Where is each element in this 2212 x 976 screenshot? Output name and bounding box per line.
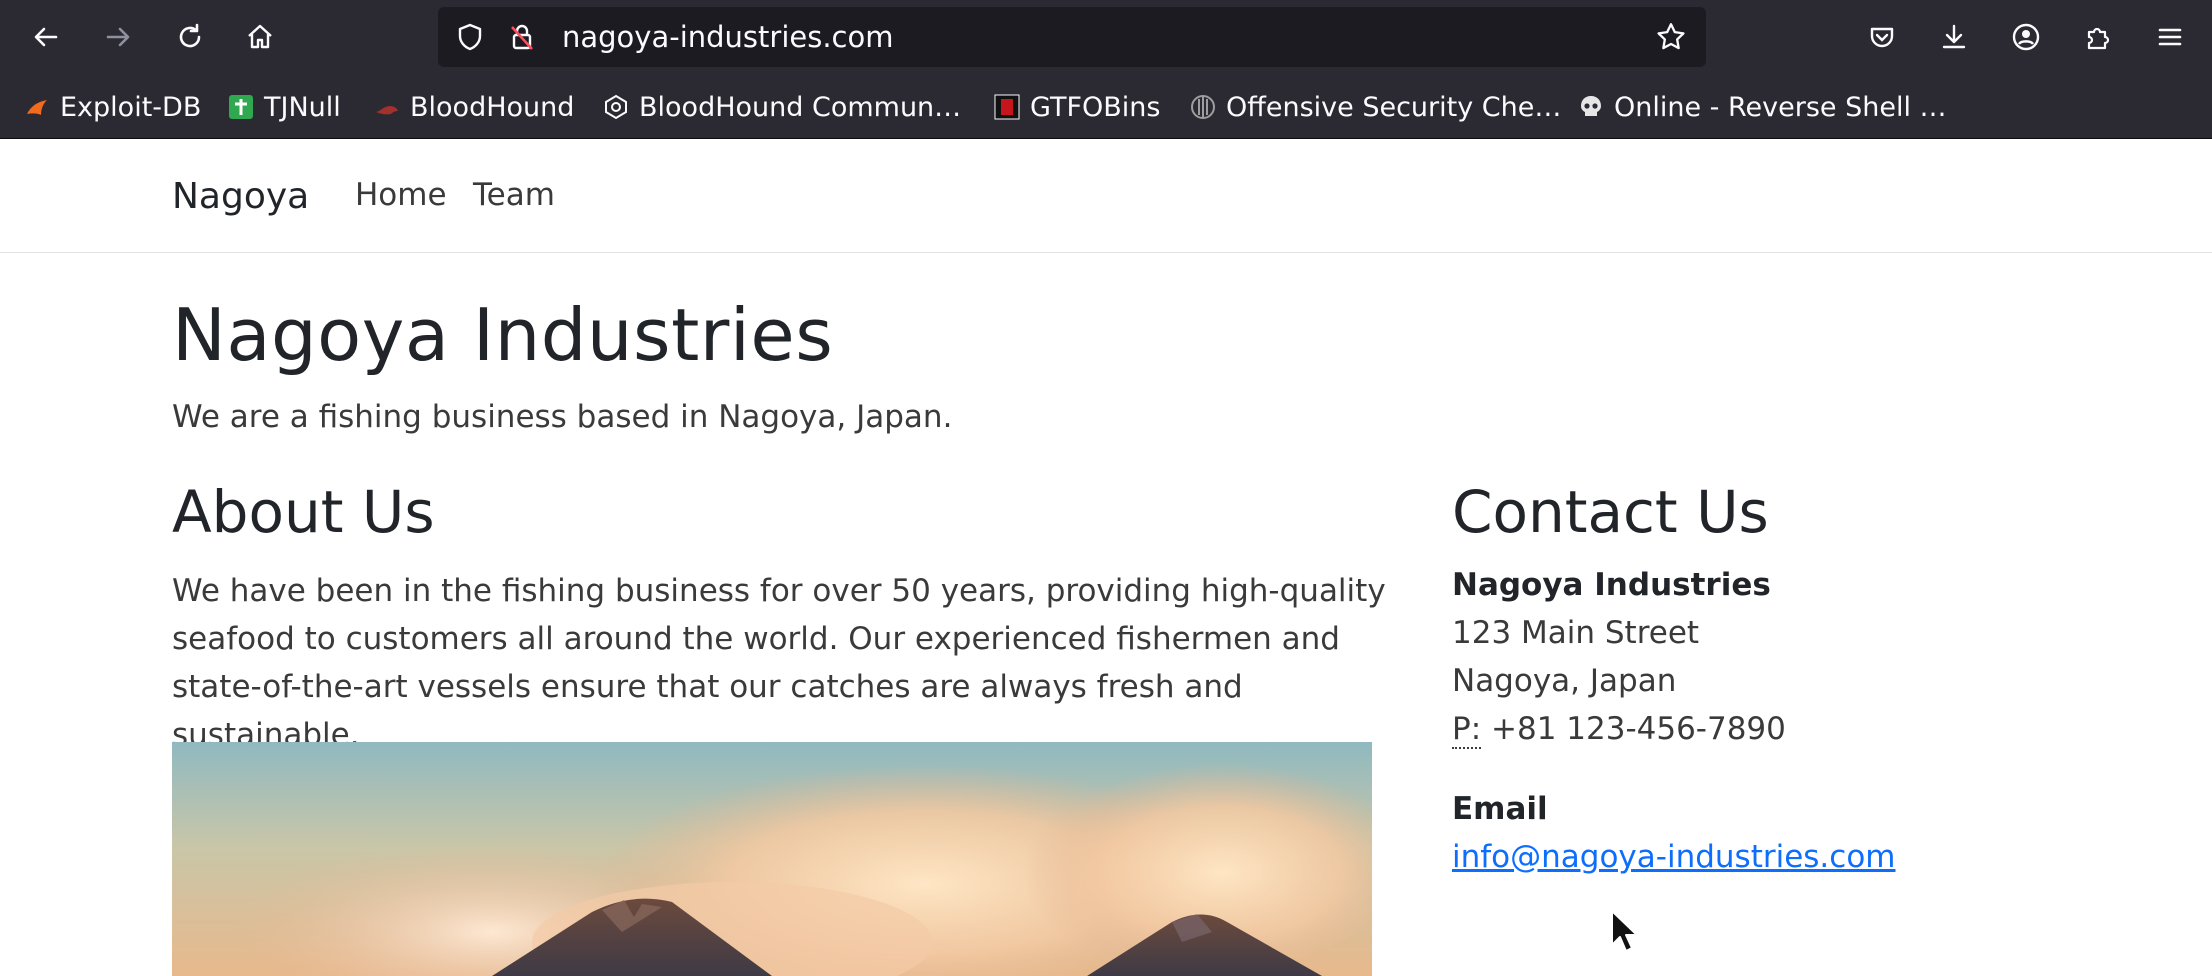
pocket-icon xyxy=(1870,27,1894,48)
pocket-button[interactable] xyxy=(1854,9,1910,65)
bloodhound-community-icon xyxy=(603,94,629,120)
hamburger-menu-icon xyxy=(2158,28,2182,46)
bookmark-label: GTFOBins xyxy=(1030,91,1161,123)
contact-street: 123 Main Street xyxy=(1452,615,1700,651)
email-link[interactable]: info@nagoya-industries.com xyxy=(1452,839,1896,875)
url-text[interactable]: nagoya-industries.com xyxy=(562,7,894,67)
bookmark-gtfobins[interactable]: GTFOBins xyxy=(994,84,1160,130)
bookmark-tjnull[interactable]: TJNull xyxy=(228,84,341,130)
bookmark-bloodhound[interactable]: BloodHound xyxy=(374,84,574,130)
forward-button[interactable] xyxy=(90,9,146,65)
reload-button[interactable] xyxy=(162,9,218,65)
bookmark-exploit-db[interactable]: Exploit-DB xyxy=(24,84,201,130)
extensions-button[interactable] xyxy=(2070,9,2126,65)
nav-link-home[interactable]: Home xyxy=(355,177,447,213)
bookmark-bloodhound-community[interactable]: BloodHound Commun… xyxy=(603,84,961,130)
page-title: Nagoya Industries xyxy=(172,293,834,377)
tjnull-icon xyxy=(228,94,254,120)
back-button[interactable] xyxy=(18,9,74,65)
menu-button[interactable] xyxy=(2142,9,2198,65)
exploit-db-icon xyxy=(24,94,50,120)
browser-chrome: nagoya-industries.com Exploit-DB TJNull … xyxy=(0,0,2212,139)
url-bar[interactable]: nagoya-industries.com xyxy=(438,7,1706,67)
home-button[interactable] xyxy=(232,9,288,65)
about-heading: About Us xyxy=(172,478,435,546)
bookmark-label: BloodHound Commun… xyxy=(639,91,962,123)
phone-abbr: P: xyxy=(1452,711,1482,749)
page-content: Nagoya Industries We are a fishing busin… xyxy=(0,253,2212,976)
page-lead: We are a fishing business based in Nagoy… xyxy=(172,399,953,435)
home-icon xyxy=(248,24,272,49)
mouse-cursor-icon xyxy=(1611,910,1638,952)
nav-link-team[interactable]: Team xyxy=(473,177,555,213)
bookmark-label: Offensive Security Che… xyxy=(1226,91,1562,123)
contact-phone-line: P: +81 123-456-7890 xyxy=(1452,711,1786,749)
email-heading: Email xyxy=(1452,791,1548,827)
back-arrow-icon xyxy=(34,27,58,47)
forward-arrow-icon xyxy=(106,27,130,47)
bookmark-label: TJNull xyxy=(264,91,341,123)
insecure-lock-icon[interactable] xyxy=(506,21,538,53)
reload-icon xyxy=(179,23,201,48)
navbar-brand[interactable]: Nagoya xyxy=(172,176,309,217)
contact-city: Nagoya, Japan xyxy=(1452,663,1677,699)
shield-icon[interactable] xyxy=(454,21,486,53)
about-text: We have been in the fishing business for… xyxy=(172,573,1386,753)
gtfobins-icon xyxy=(994,94,1020,120)
bookmark-label: Online - Reverse Shell … xyxy=(1614,91,1947,123)
bookmark-offensive-security[interactable]: Offensive Security Che… xyxy=(1190,84,1561,130)
contact-company: Nagoya Industries xyxy=(1452,567,1771,603)
account-icon xyxy=(2012,23,2040,51)
site-navbar: Nagoya Home Team xyxy=(0,139,2212,253)
hero-image-volcano xyxy=(172,742,1372,976)
downloads-button[interactable] xyxy=(1926,9,1982,65)
bookmark-label: BloodHound xyxy=(410,91,575,123)
contact-phone: +81 123-456-7890 xyxy=(1491,711,1786,747)
bookmarks-toolbar: Exploit-DB TJNull BloodHound BloodHound … xyxy=(0,84,2212,130)
bookmark-reverse-shell[interactable]: Online - Reverse Shell … xyxy=(1578,84,1947,130)
account-button[interactable] xyxy=(1998,9,2054,65)
bookmark-label: Exploit-DB xyxy=(60,91,202,123)
download-icon xyxy=(1942,24,1966,49)
offsec-icon xyxy=(1190,94,1216,120)
bookmark-star-icon[interactable] xyxy=(1654,20,1688,54)
contact-heading: Contact Us xyxy=(1452,478,1769,546)
bloodhound-icon xyxy=(374,94,400,120)
puzzle-icon xyxy=(2087,27,2110,50)
skull-icon xyxy=(1578,94,1604,120)
